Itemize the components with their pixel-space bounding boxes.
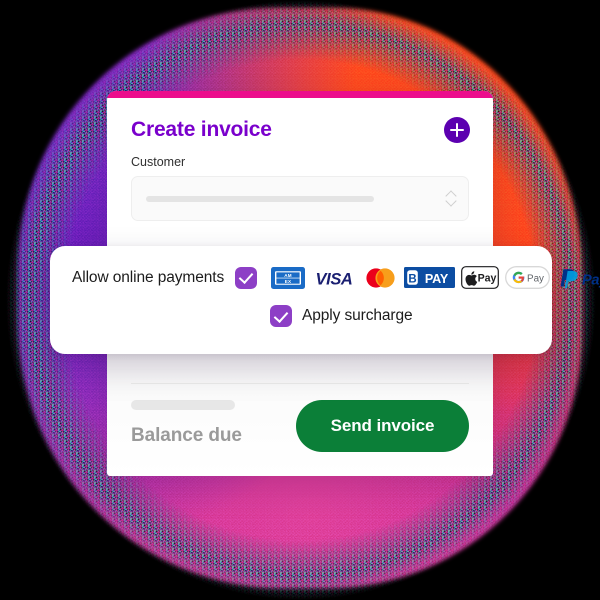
send-invoice-button[interactable]: Send invoice — [296, 400, 469, 452]
svg-text:EX: EX — [285, 278, 292, 283]
svg-text:Pay: Pay — [478, 273, 497, 285]
customer-select[interactable] — [131, 176, 469, 221]
card-footer: Balance due Send invoice — [107, 398, 493, 452]
allow-online-payments-checkbox[interactable] — [235, 266, 258, 289]
card-header: Create invoice Add — [107, 98, 493, 143]
svg-text:VISA: VISA — [316, 270, 353, 288]
page-title: Create invoice — [131, 118, 272, 141]
allow-online-payments-label: Allow online payments — [72, 268, 225, 286]
svg-text:AM: AM — [284, 272, 292, 277]
visa-logo: VISA — [316, 270, 353, 288]
mastercard-logo — [366, 267, 395, 288]
apply-surcharge-label: Apply surcharge — [302, 307, 413, 324]
chevron-updown-icon — [446, 190, 456, 207]
paypal-logo: PayPal — [560, 268, 600, 288]
online-payments-panel: Allow online payments AM EX VISA B PAY P… — [50, 246, 600, 354]
svg-text:PayPal: PayPal — [582, 272, 600, 288]
apple-pay-logo: Pay — [461, 266, 500, 289]
card-accent-bar — [107, 91, 493, 98]
customer-placeholder-bar — [146, 195, 374, 202]
balance-block: Balance due — [131, 398, 242, 447]
add-line-item-button[interactable]: Add — [444, 117, 470, 143]
allow-online-payments-row: Allow online payments AM EX VISA B PAY P… — [72, 266, 600, 289]
customer-field-label: Customer — [131, 155, 186, 169]
apply-surcharge-checkbox[interactable] — [270, 305, 292, 327]
screenshot-canvas: Create invoice Add Customer Balance due … — [0, 0, 600, 600]
bpay-logo: B PAY — [404, 267, 456, 288]
payment-logo-strip: AM EX VISA B PAY Pay Pay Pa — [271, 266, 600, 289]
plus-icon: Add — [457, 130, 458, 131]
svg-text:Pay: Pay — [527, 273, 544, 284]
balance-amount-placeholder — [131, 400, 235, 410]
google-pay-logo: Pay — [505, 266, 551, 289]
svg-text:B: B — [408, 274, 416, 286]
balance-due-label: Balance due — [131, 425, 242, 446]
amex-logo: AM EX — [271, 266, 306, 289]
section-divider — [131, 383, 469, 384]
svg-text:PAY: PAY — [425, 272, 449, 286]
apply-surcharge-row: Apply surcharge — [270, 305, 530, 327]
